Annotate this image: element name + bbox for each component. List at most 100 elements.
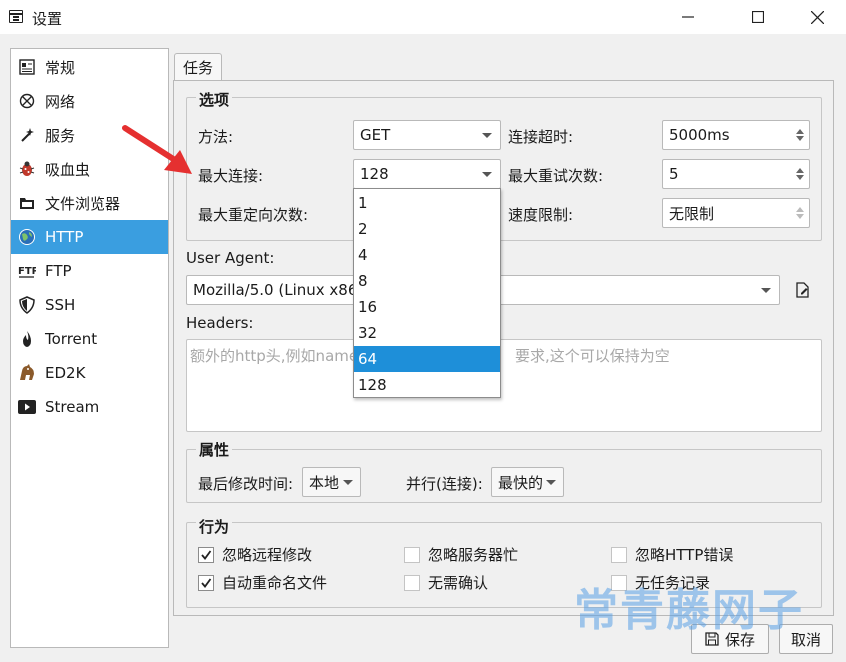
max-connections-label: 最大连接: [198,167,264,185]
sidebar-item-label: Torrent [45,330,98,348]
tab-task[interactable]: 任务 [174,53,222,81]
user-agent-label: User Agent: [186,249,275,267]
play-icon [17,397,37,417]
behavior-group-title: 行为 [196,516,233,537]
decrement-icon[interactable] [796,214,804,219]
checkbox-label: 忽略远程修改 [222,546,313,564]
bug-icon [17,159,37,179]
last-modified-value: 本地 [309,473,340,492]
checkbox-box[interactable] [198,574,214,591]
sidebar-item-label: SSH [45,296,76,314]
sidebar-item-file-browser[interactable]: 文件浏览器 [11,186,168,220]
sidebar-item-ssh[interactable]: SSH [11,288,168,322]
svg-text:FTP: FTP [18,266,36,277]
dropdown-option[interactable]: 1 [354,190,500,216]
checkbox-box[interactable] [611,546,627,563]
auto-rename-checkbox[interactable]: 自动重命名文件 [198,572,327,593]
dropdown-option-highlighted[interactable]: 64 [354,346,500,372]
sidebar-item-label: 常规 [45,58,76,77]
close-button[interactable] [794,0,840,34]
last-modified-label: 最后修改时间: [198,475,294,493]
sidebar-item-label: 网络 [45,92,76,111]
last-modified-select[interactable]: 本地 [302,467,361,497]
dropdown-option[interactable]: 16 [354,294,500,320]
sidebar-item-ftp[interactable]: FTP FTP [11,254,168,288]
sidebar-item-label: FTP [45,262,72,280]
timeout-label: 连接超时: [508,128,574,146]
ignore-http-error-checkbox[interactable]: 忽略HTTP错误 [611,544,733,565]
no-confirm-checkbox[interactable]: 无需确认 [404,572,488,593]
sidebar-item-http[interactable]: HTTP [11,220,168,254]
sidebar-item-label: Stream [45,398,100,416]
ftp-icon: FTP [17,261,37,281]
max-connections-dropdown: 1 2 4 8 16 32 64 128 [353,188,501,398]
method-value: GET [360,126,391,144]
headers-placeholder-right: 要求,这个可以保持为空 [515,347,670,365]
timeout-spinbox[interactable]: 5000ms [662,120,810,150]
network-icon [17,91,37,111]
dropdown-option[interactable]: 2 [354,216,500,242]
method-label: 方法: [198,128,234,146]
speed-limit-spinbox[interactable]: 无限制 [662,198,810,228]
minimize-button[interactable] [665,0,711,34]
dropdown-option[interactable]: 8 [354,268,500,294]
globe-icon [17,227,37,247]
edit-user-agent-button[interactable] [796,282,812,298]
max-redirect-label: 最大重定向次数: [198,206,309,224]
checkbox-box[interactable] [404,574,420,591]
sidebar-item-stream[interactable]: Stream [11,390,168,424]
dropdown-option[interactable]: 128 [354,372,500,398]
magic-wand-icon [17,125,37,145]
maximize-button[interactable] [735,0,781,34]
max-retry-spinbox[interactable]: 5 [662,159,810,189]
dropdown-option[interactable]: 4 [354,242,500,268]
settings-window-icon [9,10,23,23]
timeout-value: 5000ms [669,126,730,144]
general-settings-icon [17,57,37,77]
sidebar-item-general[interactable]: 常规 [11,50,168,84]
speed-limit-label: 速度限制: [508,206,574,224]
checkbox-label: 自动重命名文件 [222,574,328,592]
ignore-remote-change-checkbox[interactable]: 忽略远程修改 [198,544,312,565]
torrent-icon [17,329,37,349]
checkbox-box[interactable] [404,546,420,563]
sidebar-item-network[interactable]: 网络 [11,84,168,118]
increment-icon[interactable] [796,129,804,134]
window-title: 设置 [32,10,63,28]
folder-icon [17,193,37,213]
ignore-server-busy-checkbox[interactable]: 忽略服务器忙 [404,544,518,565]
increment-icon[interactable] [796,207,804,212]
client-area: 常规 网络 服务 吸血虫 文件浏览器 HTTP FTP FTP SSH Torr… [0,34,846,662]
max-retry-label: 最大重试次数: [508,167,604,185]
decrement-icon[interactable] [796,175,804,180]
maximize-icon [752,11,764,23]
sidebar-item-torrent[interactable]: Torrent [11,322,168,356]
dropdown-option[interactable]: 32 [354,320,500,346]
parallel-label: 并行(连接): [406,475,483,493]
speed-limit-value: 无限制 [669,204,715,223]
decrement-icon[interactable] [796,136,804,141]
parallel-select[interactable]: 最快的 [491,467,564,497]
headers-label: Headers: [186,314,254,332]
title-bar: 设置 [0,0,846,34]
chevron-down-icon [482,172,492,177]
minimize-icon [682,16,694,18]
sidebar-item-label: 文件浏览器 [45,194,121,213]
sidebar-item-label: HTTP [45,228,84,246]
red-arrow-icon [122,125,192,174]
sidebar-item-label: 吸血虫 [45,160,91,179]
sidebar-item-ed2k[interactable]: ED2K [11,356,168,390]
headers-placeholder-left: 额外的http头,例如name [190,347,359,365]
headers-textarea[interactable]: 额外的http头,例如name 要求,这个可以保持为空 [186,339,822,432]
checkbox-box[interactable] [198,546,214,563]
increment-icon[interactable] [796,168,804,173]
method-select[interactable]: GET [353,120,501,150]
checkmark-icon [201,549,212,560]
max-connections-select[interactable]: 128 [353,159,501,189]
donkey-icon [17,363,37,383]
checkbox-label: 忽略HTTP错误 [635,546,734,564]
chevron-down-icon [482,133,492,138]
chevron-down-icon [343,480,353,485]
shield-icon [17,295,37,315]
chevron-down-icon [761,288,771,293]
